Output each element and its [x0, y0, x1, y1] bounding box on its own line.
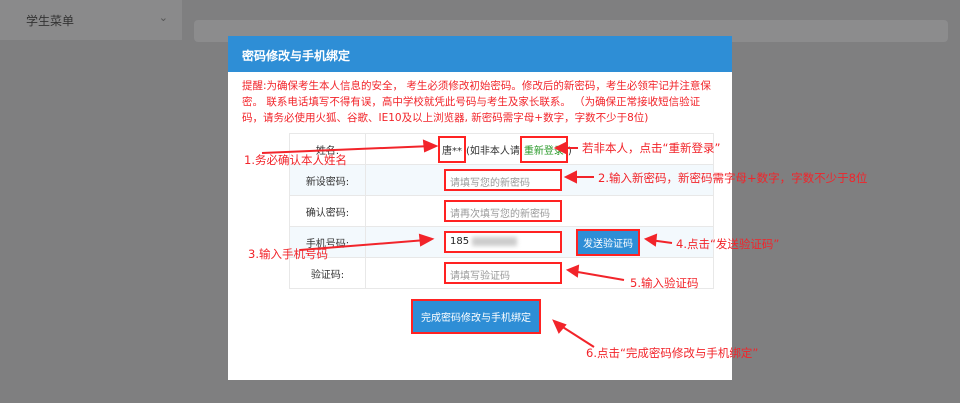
annotation-6: 6.点击“完成密码修改与手机绑定”	[586, 346, 759, 360]
annotation-5: 5.输入验证码	[630, 276, 699, 290]
annotation-arrows	[261, 139, 673, 348]
annotation-2: 2.输入新密码，新密码需字母+数字，字数不少于8位	[598, 171, 868, 185]
annotation-relogin: 若非本人，点击“重新登录”	[582, 141, 721, 155]
annotation-1: 1.务必确认本人姓名	[244, 153, 347, 167]
annotation-3: 3.输入手机号码	[248, 247, 328, 261]
arrow-5	[571, 270, 625, 281]
annotation-4: 4.点击“发送验证码”	[676, 237, 780, 251]
